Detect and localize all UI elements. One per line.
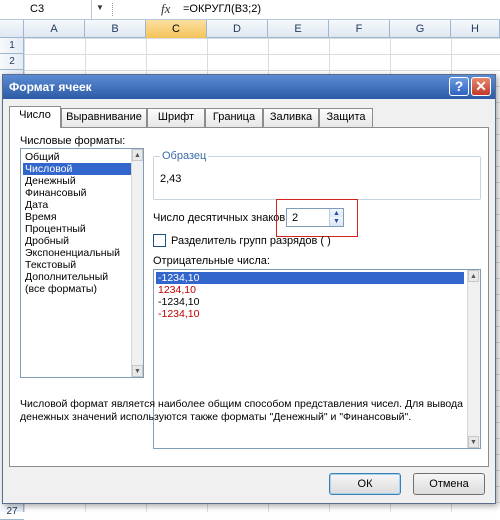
column-header-h[interactable]: H: [451, 20, 500, 38]
scroll-up-icon[interactable]: ▲: [132, 149, 143, 161]
negative-format-item[interactable]: -1234,10: [156, 308, 199, 320]
name-box-dropdown-icon[interactable]: ▼: [96, 3, 104, 12]
select-all-corner[interactable]: [0, 20, 24, 38]
negative-format-item[interactable]: -1234,10: [156, 296, 199, 308]
row-header-1[interactable]: 1: [0, 38, 24, 54]
tab-alignment[interactable]: Выравнивание: [61, 108, 147, 127]
thousands-separator-label[interactable]: Разделитель групп разрядов ( ): [171, 235, 331, 247]
format-description: Числовой формат является наиболее общим …: [20, 398, 463, 423]
negative-format-item[interactable]: -1234,10: [156, 272, 464, 284]
format-item-fraction[interactable]: Дробный: [23, 235, 69, 247]
format-item-currency[interactable]: Денежный: [23, 175, 76, 187]
row-header-2[interactable]: 2: [0, 54, 24, 70]
dialog-title: Формат ячеек: [9, 80, 92, 94]
number-formats-list[interactable]: Общий Числовой Денежный Финансовый Дата …: [20, 148, 144, 378]
sample-caption: Образец: [160, 150, 209, 162]
format-cells-dialog: Формат ячеек ? ✕ Число Выравнивание Шриф…: [2, 74, 496, 504]
scroll-down-icon[interactable]: ▼: [132, 365, 143, 377]
format-item-text[interactable]: Текстовый: [23, 259, 76, 271]
name-box[interactable]: C3: [0, 0, 92, 19]
tab-font[interactable]: Шрифт: [147, 108, 205, 127]
format-item-time[interactable]: Время: [23, 211, 57, 223]
negative-format-item[interactable]: 1234,10: [156, 284, 196, 296]
sample-value: 2,43: [160, 173, 182, 185]
insert-function-icon[interactable]: fx: [161, 1, 170, 17]
tab-border[interactable]: Граница: [205, 108, 263, 127]
format-item-special[interactable]: Дополнительный: [23, 271, 108, 283]
cancel-button[interactable]: Отмена: [413, 473, 485, 495]
column-header-b[interactable]: B: [85, 20, 146, 38]
column-header-f[interactable]: F: [329, 20, 390, 38]
column-header-e[interactable]: E: [268, 20, 329, 38]
negative-numbers-label: Отрицательные числа:: [153, 255, 270, 267]
formats-scrollbar[interactable]: ▲ ▼: [131, 149, 143, 377]
format-item-percentage[interactable]: Процентный: [23, 223, 86, 235]
number-tab-panel: Числовые форматы: Общий Числовой Денежны…: [9, 127, 489, 467]
tab-protection[interactable]: Защита: [319, 108, 373, 127]
format-item-date[interactable]: Дата: [23, 199, 48, 211]
row-header-27[interactable]: 27: [0, 504, 24, 520]
number-formats-label: Числовые форматы:: [20, 135, 126, 147]
format-item-accounting[interactable]: Финансовый: [23, 187, 86, 199]
tab-fill[interactable]: Заливка: [263, 108, 319, 127]
scroll-down-icon[interactable]: ▼: [468, 436, 479, 448]
help-icon[interactable]: ?: [449, 77, 469, 96]
column-header-d[interactable]: D: [207, 20, 268, 38]
thousands-separator-checkbox[interactable]: [153, 234, 166, 247]
column-header-c[interactable]: C: [146, 20, 207, 38]
format-item-general[interactable]: Общий: [23, 151, 60, 163]
column-header-a[interactable]: A: [24, 20, 85, 38]
annotation-highlight-box: [276, 199, 358, 237]
dialog-tabs: Число Выравнивание Шрифт Граница Заливка…: [9, 106, 489, 128]
format-item-number[interactable]: Числовой: [23, 163, 133, 175]
column-headers: A B C D E F G H: [0, 20, 500, 38]
format-item-custom[interactable]: (все форматы): [23, 283, 97, 295]
tab-number[interactable]: Число: [9, 106, 61, 128]
close-icon[interactable]: ✕: [471, 77, 491, 96]
dialog-title-bar[interactable]: Формат ячеек ? ✕: [3, 75, 495, 99]
ok-button[interactable]: ОК: [329, 473, 401, 495]
formula-bar: C3 ▼ fx =ОКРУГЛ(B3;2): [0, 0, 500, 20]
column-header-g[interactable]: G: [390, 20, 451, 38]
formula-bar-separator: [112, 3, 126, 16]
format-item-scientific[interactable]: Экспоненциальный: [23, 247, 120, 259]
scroll-up-icon[interactable]: ▲: [468, 270, 479, 282]
sample-group: Образец 2,43: [153, 150, 481, 200]
decimal-places-label: Число десятичных знаков:: [153, 212, 289, 224]
formula-input[interactable]: =ОКРУГЛ(B3;2): [183, 3, 261, 15]
